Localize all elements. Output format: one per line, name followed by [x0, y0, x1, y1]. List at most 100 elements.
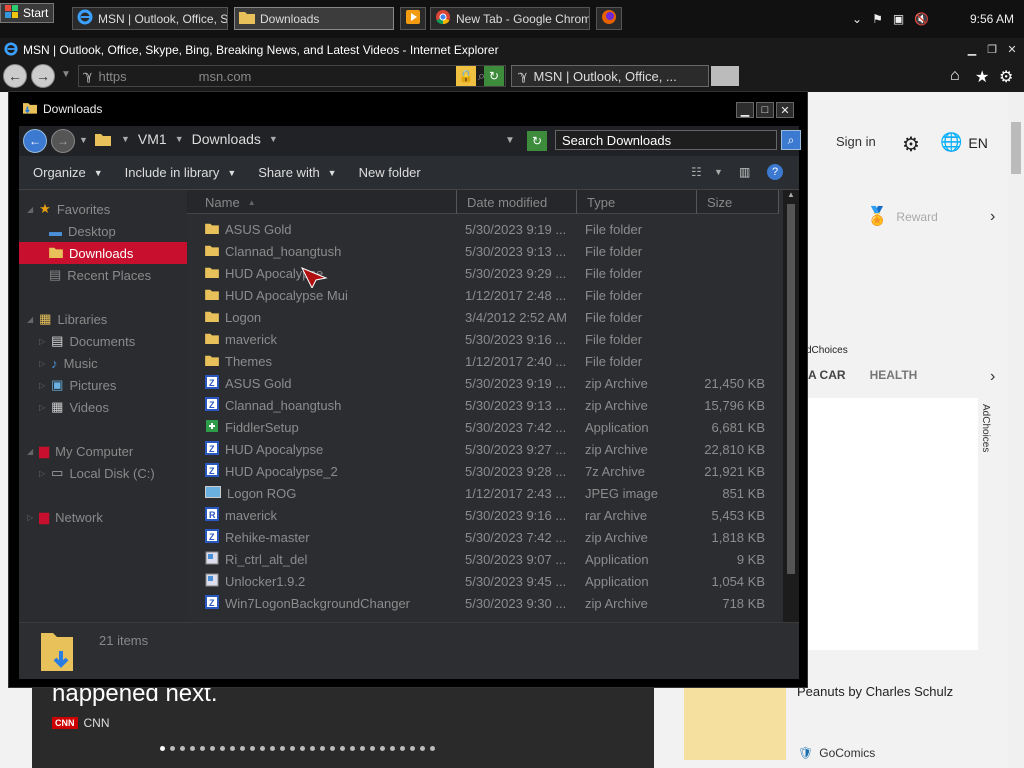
back-button[interactable]: ←: [23, 129, 47, 153]
nav-network[interactable]: ▷ ▆ Network: [19, 506, 187, 528]
file-row[interactable]: Rmaverick 5/30/2023 9:16 ... rar Archive 5,…: [187, 504, 779, 526]
nav-videos[interactable]: ▷ ▦ Videos: [19, 396, 187, 418]
nav-recent-places[interactable]: ▤ Recent Places: [19, 264, 187, 286]
file-row[interactable]: Logon 3/4/2012 2:52 AM File folder: [187, 306, 779, 328]
carousel-dot[interactable]: [330, 746, 335, 751]
include-in-library-button[interactable]: Include in library ▼: [111, 165, 245, 180]
new-tab-button[interactable]: [711, 66, 739, 86]
nav-documents[interactable]: ▷ ▤ Documents: [19, 330, 187, 352]
page-scrollbar[interactable]: [1008, 92, 1024, 768]
file-list-scrollbar[interactable]: ▲ ▼: [783, 190, 799, 656]
forward-button[interactable]: →: [31, 64, 55, 88]
address-bar[interactable]: ℽ https msn.com ⌕ ▼: [78, 65, 506, 87]
carousel-dot[interactable]: [250, 746, 255, 751]
column-header-type[interactable]: Type: [577, 190, 697, 214]
file-row[interactable]: Z Win7LogonBackgroundChanger 5/30/2023 9:3…: [187, 592, 779, 614]
file-row[interactable]: Z ASUS Gold 5/30/2023 9:19 ... zip Archive 2…: [187, 372, 779, 394]
file-row[interactable]: FiddlerSetup 5/30/2023 7:42 ... Applicatio…: [187, 416, 779, 438]
recent-pages-dropdown-icon[interactable]: ▼: [79, 135, 88, 145]
carousel-dot[interactable]: [290, 746, 295, 751]
settings-gear-icon[interactable]: ⚙: [902, 132, 920, 157]
chevron-down-icon[interactable]: ▼: [121, 134, 130, 144]
lock-icon[interactable]: 🔒: [456, 66, 476, 86]
chevron-down-icon[interactable]: ▼: [714, 167, 723, 177]
file-row[interactable]: Ri_ctrl_alt_del 5/30/2023 9:07 ... Applica…: [187, 548, 779, 570]
rewards-link[interactable]: 🏅 Reward: [866, 206, 938, 227]
maximize-button[interactable]: ❐: [984, 42, 1000, 56]
carousel-dot[interactable]: [230, 746, 235, 751]
carousel-dot[interactable]: [200, 746, 205, 751]
taskbar-button-firefox[interactable]: [596, 7, 622, 30]
carousel-dot[interactable]: [370, 746, 375, 751]
chevron-right-icon[interactable]: ›: [990, 368, 995, 386]
explorer-minimize-button[interactable]: ▁: [736, 102, 754, 118]
preview-pane-icon[interactable]: ▥: [739, 165, 750, 179]
settings-gear-icon[interactable]: ⚙: [999, 67, 1013, 87]
file-row[interactable]: maverick 5/30/2023 9:16 ... File folder: [187, 328, 779, 350]
minimize-button[interactable]: ▁: [964, 42, 980, 56]
network-icon[interactable]: ▣: [893, 12, 904, 26]
close-button[interactable]: ✕: [1004, 42, 1020, 56]
adchoices-label[interactable]: dChoices: [806, 345, 848, 356]
volume-muted-icon[interactable]: 🔇: [914, 12, 929, 26]
category-item[interactable]: HEALTH: [870, 368, 918, 382]
file-row[interactable]: Z Rehike-master 5/30/2023 7:42 ... zip Arch…: [187, 526, 779, 548]
carousel-dot[interactable]: [360, 746, 365, 751]
carousel-dot[interactable]: [240, 746, 245, 751]
carousel-dot[interactable]: [220, 746, 225, 751]
sign-in-link[interactable]: Sign in: [836, 134, 876, 149]
taskbar-button-chrome[interactable]: New Tab - Google Chrome: [430, 7, 590, 30]
chevron-right-icon[interactable]: ›: [990, 208, 995, 226]
carousel-dot[interactable]: [180, 746, 185, 751]
file-row[interactable]: Logon ROG 1/12/2017 2:43 ... JPEG image 851…: [187, 482, 779, 504]
comic-title[interactable]: Peanuts by Charles Schulz: [797, 684, 953, 699]
taskbar-button-ie[interactable]: MSN | Outlook, Office, Sk...: [72, 7, 228, 30]
chevron-down-icon[interactable]: ▼: [175, 134, 184, 144]
search-icon[interactable]: ⌕: [781, 130, 801, 150]
carousel-dot[interactable]: [400, 746, 405, 751]
carousel-dot[interactable]: [380, 746, 385, 751]
language-selector[interactable]: 🌐 EN: [940, 132, 988, 153]
breadcrumb-item[interactable]: VM1: [138, 131, 167, 147]
adchoices-vertical[interactable]: AdChoices: [980, 404, 991, 452]
organize-button[interactable]: Organize ▼: [19, 165, 111, 180]
carousel-dot[interactable]: [420, 746, 425, 751]
carousel-dot[interactable]: [300, 746, 305, 751]
forward-button[interactable]: →: [51, 129, 75, 153]
refresh-icon[interactable]: ↻: [484, 66, 504, 86]
scrollbar-thumb[interactable]: [787, 204, 795, 574]
explorer-maximize-button[interactable]: □: [756, 102, 774, 118]
help-icon[interactable]: ?: [767, 164, 783, 180]
history-dropdown-icon[interactable]: ▼: [61, 69, 71, 80]
tray-expand-icon[interactable]: ⌄: [852, 12, 862, 26]
carousel-dot[interactable]: [390, 746, 395, 751]
favorites-star-icon[interactable]: ★: [975, 67, 989, 87]
view-options-icon[interactable]: ☷: [691, 165, 702, 179]
search-input[interactable]: [555, 130, 777, 150]
file-row[interactable]: Z Clannad_hoangtush 5/30/2023 9:13 ... zip …: [187, 394, 779, 416]
clock[interactable]: 9:56 AM: [970, 12, 1024, 26]
nav-libraries[interactable]: ◢ ▦ Libraries: [19, 308, 187, 330]
carousel-dot[interactable]: [350, 746, 355, 751]
carousel-dot[interactable]: [280, 746, 285, 751]
carousel-dot[interactable]: [320, 746, 325, 751]
column-header-date[interactable]: Date modified: [457, 190, 577, 214]
carousel-dot[interactable]: [190, 746, 195, 751]
file-row[interactable]: ASUS Gold 5/30/2023 9:19 ... File folder: [187, 218, 779, 240]
nav-music[interactable]: ▷ ♪ Music: [19, 352, 187, 374]
file-row[interactable]: Z HUD Apocalypse 5/30/2023 9:27 ... zip Arc…: [187, 438, 779, 460]
new-folder-button[interactable]: New folder: [345, 165, 429, 180]
comic-thumbnail[interactable]: [684, 688, 786, 760]
carousel-dot[interactable]: [340, 746, 345, 751]
carousel-dot[interactable]: [310, 746, 315, 751]
column-header-name[interactable]: Name ▲: [187, 190, 457, 214]
nav-my-computer[interactable]: ◢ ▆ My Computer: [19, 440, 187, 462]
address-dropdown-icon[interactable]: ▼: [505, 135, 515, 146]
file-row[interactable]: Themes 1/12/2017 2:40 ... File folder: [187, 350, 779, 372]
carousel-dot[interactable]: [160, 746, 165, 751]
file-row[interactable]: Clannad_hoangtush 5/30/2023 9:13 ... File …: [187, 240, 779, 262]
carousel-dot[interactable]: [410, 746, 415, 751]
breadcrumb-item[interactable]: Downloads: [192, 131, 261, 147]
refresh-icon[interactable]: ↻: [527, 131, 547, 151]
column-header-size[interactable]: Size: [697, 190, 779, 214]
